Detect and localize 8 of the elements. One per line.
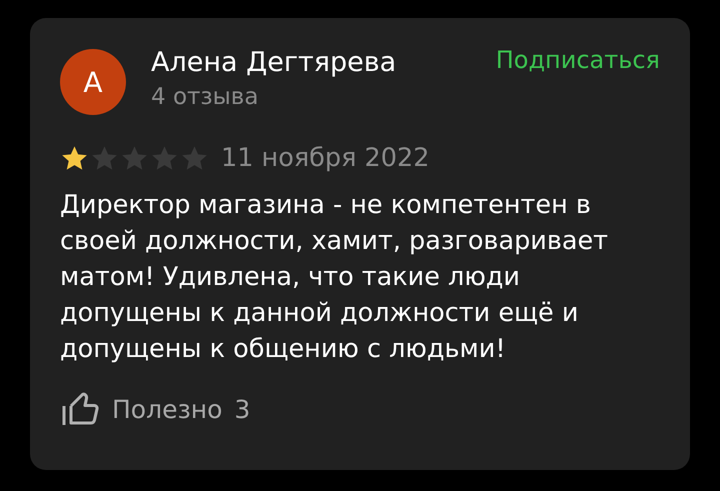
avatar: А (60, 49, 126, 115)
reviews-count: 4 отзыва (151, 83, 260, 112)
review-date: 11 ноября 2022 (221, 143, 430, 173)
author-name: Алена Дегтярева (151, 46, 398, 80)
helpful-label: Полезно (112, 394, 222, 424)
subscribe-link[interactable]: Подписаться (496, 46, 660, 74)
helpful-count: 3 (234, 394, 250, 424)
review-text: Директор магазина - не компетентен в своей должности, хамит, разговаривает матом! Удивлена, что такие люди допущены к данной должности ещё и допущены к общению с людьми! (60, 189, 610, 366)
